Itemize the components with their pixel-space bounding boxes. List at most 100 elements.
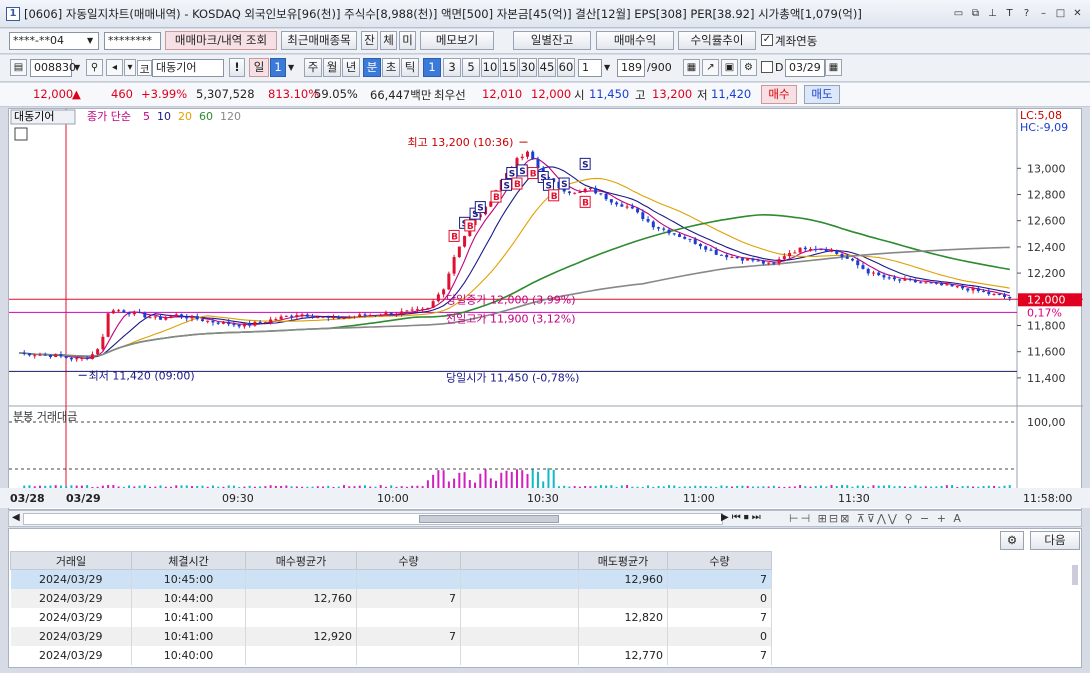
account-select[interactable]: ****-**04 xyxy=(9,32,99,50)
period-num-select[interactable]: 1 xyxy=(270,58,286,77)
jan-button[interactable]: 잔 xyxy=(361,31,378,50)
candle-body xyxy=(64,356,68,358)
password-field[interactable]: ******** xyxy=(104,32,161,50)
alert-button[interactable]: ! xyxy=(229,58,245,77)
close-icon[interactable]: ✕ xyxy=(1071,7,1084,20)
y-tick-label: 11,800 xyxy=(1027,320,1066,333)
interval-5-button[interactable]: 5 xyxy=(462,58,480,77)
chevron-down-icon[interactable]: ▾ xyxy=(124,59,136,76)
chart-settings-icon[interactable]: ▤ xyxy=(10,59,27,76)
trade-mark-button[interactable]: 매매마크/내역 조회 xyxy=(165,31,277,50)
chart-svg[interactable]: 13,000 12,800 12,600 12,400 12,200 12,000 11,8… xyxy=(9,109,1083,489)
table-row[interactable]: 2024/03/29 10:45:00 12,960 7 xyxy=(10,569,772,589)
x-tick: 11:30 xyxy=(838,492,870,505)
search-icon[interactable]: ⚲ xyxy=(86,59,103,76)
candle-body xyxy=(200,319,204,322)
table-row[interactable]: 2024/03/29 10:44:00 12,760 7 0 xyxy=(10,588,772,608)
interval-30-button[interactable]: 30 xyxy=(519,58,537,77)
price-change: 460 xyxy=(111,87,133,101)
table-row[interactable]: 2024/03/29 10:41:00 12,820 7 xyxy=(10,607,772,627)
candle-body xyxy=(892,277,896,280)
trade-profit-button[interactable]: 매매수익 xyxy=(596,31,674,50)
candle-body xyxy=(583,188,587,193)
calendar-icon[interactable]: ▦ xyxy=(825,59,842,76)
chart-scrollbar[interactable] xyxy=(23,513,723,525)
scroll-thumb[interactable] xyxy=(419,515,559,523)
grid-toggle-icon[interactable] xyxy=(14,127,28,141)
minimize-icon[interactable]: – xyxy=(1037,7,1050,20)
candle-body xyxy=(96,349,100,355)
period-minute-button[interactable]: 분 xyxy=(363,58,381,77)
table-row[interactable]: 2024/03/29 10:41:00 12,920 7 0 xyxy=(10,626,772,646)
interval-1-button[interactable]: 1 xyxy=(423,58,441,77)
table-cell: 2024/03/29 xyxy=(10,569,132,589)
speaker-icon[interactable]: ◂ xyxy=(106,59,123,76)
table-scrollbar[interactable] xyxy=(1072,565,1078,585)
gear-icon[interactable]: ⚙ xyxy=(740,59,757,76)
stock-code-input[interactable]: 008830 xyxy=(30,59,76,77)
trade-history-table: 거래일 체결시간 매수평균가 수량 매도평균가 수량 2024/03/29 10:… xyxy=(10,551,772,665)
save-icon[interactable]: ▣ xyxy=(721,59,738,76)
chevron-down-icon[interactable]: ▼ xyxy=(87,36,93,45)
price-chart[interactable]: 13,000 12,800 12,600 12,400 12,200 12,000 11,8… xyxy=(8,108,1083,510)
link-icon[interactable]: ▭ xyxy=(952,7,965,20)
interval-3-button[interactable]: 3 xyxy=(443,58,461,77)
trade-history-panel: ⚙ 다음 거래일 체결시간 매수평균가 수량 매도평균가 수량 2024/03/… xyxy=(8,528,1082,668)
candle-body xyxy=(457,246,461,258)
period-day-button[interactable]: 일 xyxy=(249,58,269,77)
interval-60-button[interactable]: 60 xyxy=(557,58,575,77)
mi-button[interactable]: 미 xyxy=(399,31,416,50)
period-month-button[interactable]: 월 xyxy=(323,58,341,77)
drawing-tool-icon[interactable]: ↗ xyxy=(702,59,719,76)
maximize-icon[interactable]: □ xyxy=(1054,7,1067,20)
period-second-button[interactable]: 초 xyxy=(382,58,400,77)
chevron-down-icon[interactable]: ▼ xyxy=(288,63,294,72)
date-checkbox[interactable] xyxy=(761,61,773,73)
table-row[interactable]: 2024/03/29 10:40:00 12,770 7 xyxy=(10,645,772,665)
x-tick: 11:00 xyxy=(683,492,715,505)
chevron-down-icon[interactable]: ▼ xyxy=(74,63,80,72)
chart-tools-icon[interactable]: ⊢⊣ ⊞⊟⊠ ⊼⊽⋀⋁ ⚲ − + A xyxy=(789,512,963,525)
candle-body xyxy=(714,249,718,255)
daily-balance-button[interactable]: 일별잔고 xyxy=(513,31,591,50)
link-account-checkbox[interactable]: ✓ xyxy=(761,34,773,46)
period-tick-button[interactable]: 틱 xyxy=(401,58,419,77)
scroll-left-icon[interactable]: ◀ xyxy=(12,512,20,523)
interval-select[interactable]: 1 xyxy=(578,59,602,77)
candle-body xyxy=(22,353,26,355)
ma-20-line xyxy=(18,177,1010,357)
date-input[interactable]: 03/29 xyxy=(785,59,825,77)
sell-button[interactable]: 매도 xyxy=(804,85,840,104)
font-icon[interactable]: T xyxy=(1003,7,1016,20)
candle-body xyxy=(242,323,246,327)
bar-count-input[interactable]: 189 xyxy=(617,59,645,77)
candle-body xyxy=(803,247,807,250)
table-cell xyxy=(578,626,668,646)
candle-body xyxy=(442,289,446,295)
gear-icon[interactable]: ⚙ xyxy=(1000,531,1024,550)
candle-body xyxy=(819,249,823,251)
col-sell-avg: 매도평균가 xyxy=(578,551,668,570)
memo-button[interactable]: 메모보기 xyxy=(420,31,494,50)
table-cell xyxy=(460,626,579,646)
indicator-icon[interactable]: ▦ xyxy=(683,59,700,76)
candle-body xyxy=(80,358,84,360)
next-button[interactable]: 다음 xyxy=(1030,531,1080,550)
che-button[interactable]: 체 xyxy=(380,31,397,50)
buy-button[interactable]: 매수 xyxy=(761,85,797,104)
pin-icon[interactable]: ⊥ xyxy=(986,7,999,20)
chevron-down-icon[interactable]: ▼ xyxy=(604,63,610,72)
return-trend-button[interactable]: 수익률추이 xyxy=(678,31,756,50)
period-year-button[interactable]: 년 xyxy=(342,58,360,77)
high-annotation: 최고 13,200 (10:36) xyxy=(407,136,513,149)
candle-body xyxy=(903,279,907,281)
candle-body xyxy=(405,310,409,312)
interval-45-button[interactable]: 45 xyxy=(538,58,556,77)
help-icon[interactable]: ? xyxy=(1020,7,1033,20)
period-week-button[interactable]: 주 xyxy=(304,58,322,77)
recent-trades-button[interactable]: 최근매매종목 xyxy=(281,31,357,50)
playback-controls-icon[interactable]: ▶⏮⏹⏭ xyxy=(721,512,764,523)
copy-window-icon[interactable]: ⧉ xyxy=(969,7,982,20)
interval-15-button[interactable]: 15 xyxy=(500,58,518,77)
interval-10-button[interactable]: 10 xyxy=(481,58,499,77)
